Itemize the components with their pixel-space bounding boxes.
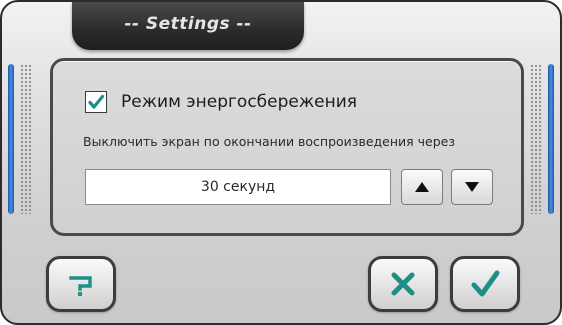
power-saving-checkbox[interactable] (85, 91, 107, 113)
help-icon (69, 276, 92, 296)
settings-panel: Режим энергосбережения Выключить экран п… (50, 58, 524, 236)
triangle-up-icon (415, 182, 429, 192)
timeout-value-field[interactable]: 30 секунд (85, 169, 391, 205)
right-decorative-dots (530, 64, 542, 214)
close-icon (391, 272, 415, 296)
triangle-down-icon (465, 182, 479, 192)
power-saving-label: Режим энергосбережения (121, 92, 358, 112)
help-button[interactable] (46, 256, 116, 312)
window-title: -- Settings -- (124, 14, 252, 34)
increase-button[interactable] (401, 169, 443, 205)
checkmark-icon (471, 270, 500, 297)
power-saving-row: Режим энергосбережения (85, 91, 357, 113)
screen-off-description: Выключить экран по окончании воспроизвед… (83, 134, 455, 149)
cancel-button[interactable] (368, 256, 438, 312)
ok-button[interactable] (450, 256, 520, 312)
settings-window: -- Settings -- Режим энергосбережения Вы… (0, 0, 562, 325)
left-accent-stripe (8, 64, 14, 214)
title-tab: -- Settings -- (72, 2, 304, 50)
right-accent-stripe (548, 64, 554, 214)
checkmark-icon (88, 94, 105, 109)
decrease-button[interactable] (451, 169, 493, 205)
left-decorative-dots (20, 64, 32, 214)
